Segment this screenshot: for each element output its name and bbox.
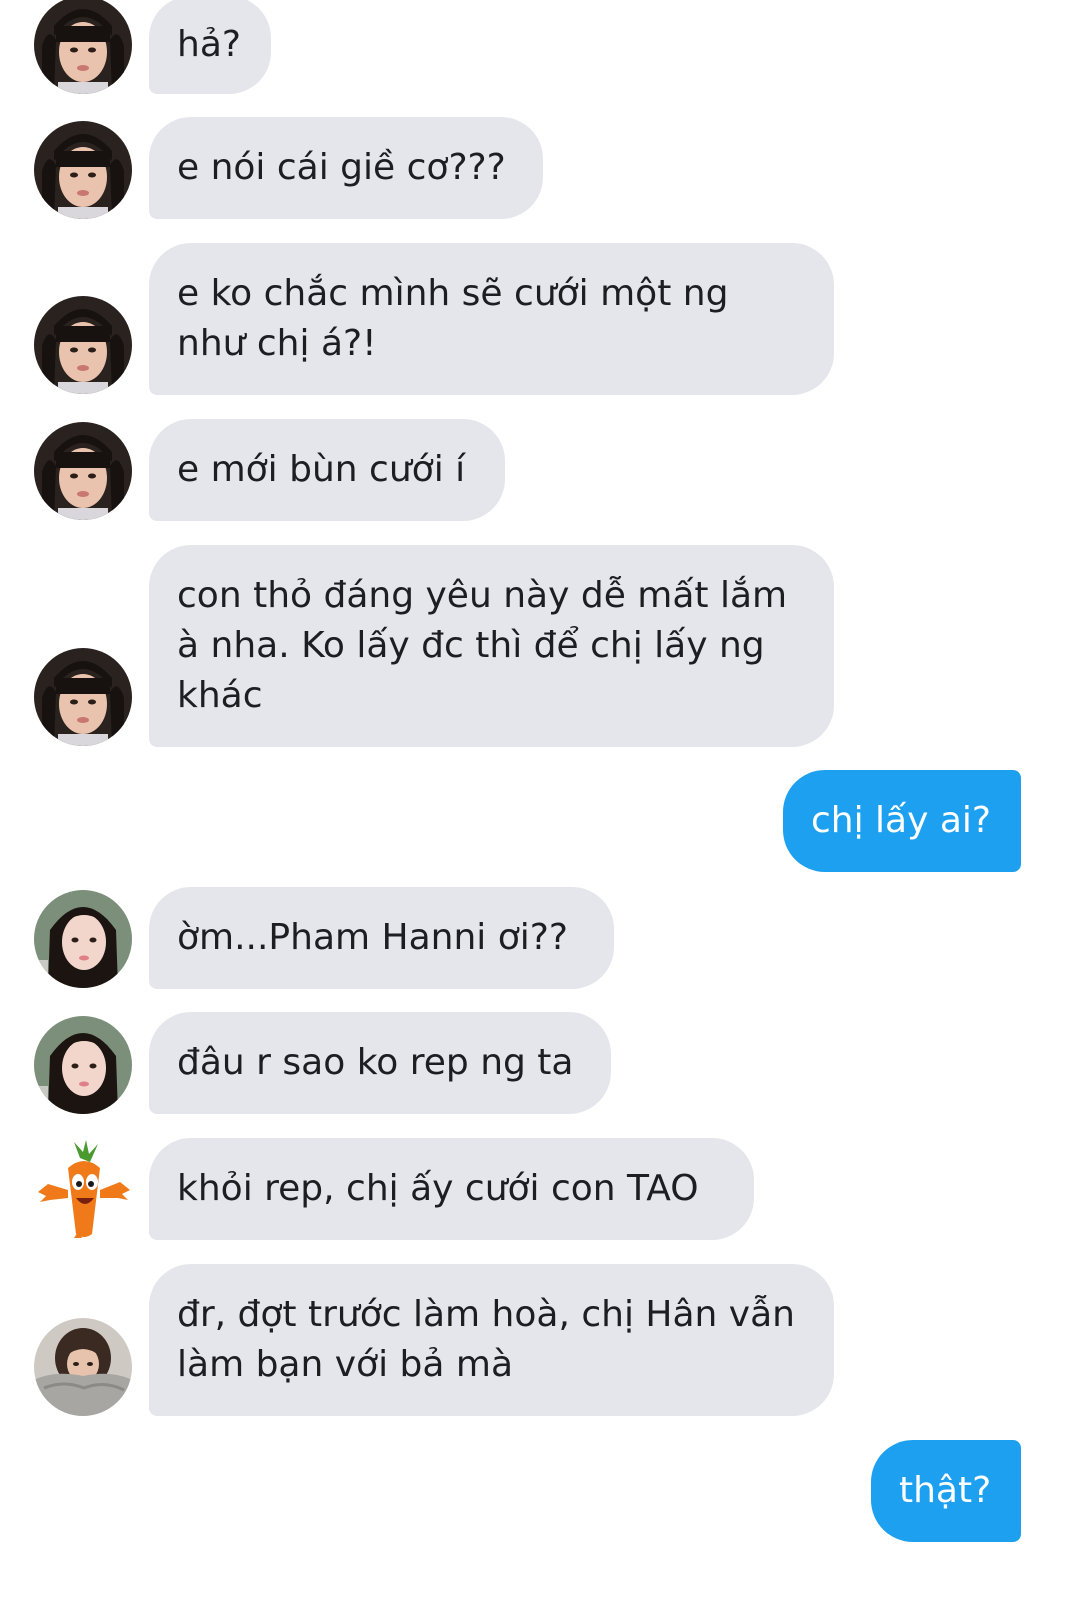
message-bubble-outgoing[interactable]: thật?: [871, 1440, 1021, 1542]
avatar-carrot-icon[interactable]: [34, 1140, 132, 1238]
avatar-girl-long-hair-icon[interactable]: [34, 890, 132, 988]
message-text: thật?: [899, 1470, 992, 1511]
message-text: ờm...Pham Hanni ơi??: [177, 917, 568, 958]
message-text: khỏi rep, chị ấy cưới con TAO: [177, 1168, 699, 1209]
message-bubble[interactable]: e nói cái giề cơ???: [149, 117, 543, 219]
message-text: hả?: [177, 24, 241, 65]
avatar-girl-bangs-icon[interactable]: [34, 296, 132, 394]
message-bubble[interactable]: đâu r sao ko rep ng ta: [149, 1012, 611, 1114]
message-text: e nói cái giề cơ???: [177, 147, 506, 188]
avatar-girl-long-hair-icon[interactable]: [34, 1016, 132, 1114]
message-bubble[interactable]: e mới bùn cưới í: [149, 419, 505, 521]
avatar-girl-blanket-icon[interactable]: [34, 1318, 132, 1416]
message-text: e ko chắc mình sẽ cưới một ng như chị á?…: [177, 273, 740, 364]
message-bubble[interactable]: e ko chắc mình sẽ cưới một ng như chị á?…: [149, 243, 834, 395]
avatar-girl-bangs-icon[interactable]: [34, 422, 132, 520]
message-text: đr, đợt trước làm hoà, chị Hân vẫn làm b…: [177, 1294, 807, 1385]
message-bubble-outgoing[interactable]: chị lấy ai?: [783, 770, 1021, 872]
avatar-girl-bangs-icon[interactable]: [34, 0, 132, 94]
message-text: chị lấy ai?: [811, 800, 992, 841]
message-text: e mới bùn cưới í: [177, 449, 466, 490]
message-text: con thỏ đáng yêu này dễ mất lắm à nha. K…: [177, 575, 799, 716]
avatar-girl-bangs-icon[interactable]: [34, 121, 132, 219]
message-bubble[interactable]: hả?: [149, 0, 271, 94]
message-text: đâu r sao ko rep ng ta: [177, 1042, 574, 1083]
message-bubble[interactable]: con thỏ đáng yêu này dễ mất lắm à nha. K…: [149, 545, 834, 747]
message-bubble[interactable]: ờm...Pham Hanni ơi??: [149, 887, 614, 989]
avatar-girl-bangs-icon[interactable]: [34, 648, 132, 746]
message-bubble[interactable]: đr, đợt trước làm hoà, chị Hân vẫn làm b…: [149, 1264, 834, 1416]
message-thread[interactable]: hả? e nói cái giề cơ??? e ko chắc mình s…: [0, 0, 1080, 1607]
message-bubble[interactable]: khỏi rep, chị ấy cưới con TAO: [149, 1138, 754, 1240]
